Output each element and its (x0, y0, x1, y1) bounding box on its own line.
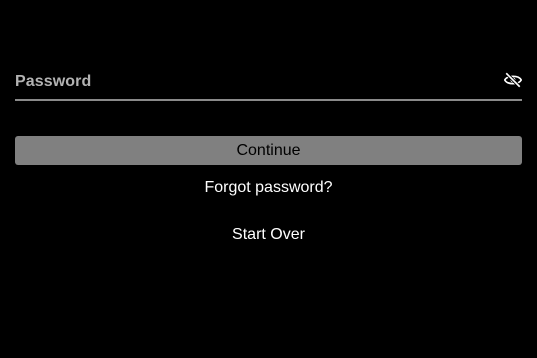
password-input[interactable] (15, 62, 495, 99)
forgot-password-link[interactable]: Forgot password? (0, 179, 537, 197)
login-screen: Password Continue Forgot password? Start… (0, 0, 537, 358)
continue-button[interactable]: Continue (15, 136, 522, 165)
eye-off-icon[interactable] (504, 71, 522, 89)
start-over-link[interactable]: Start Over (0, 226, 537, 244)
password-field[interactable]: Password (15, 62, 522, 101)
